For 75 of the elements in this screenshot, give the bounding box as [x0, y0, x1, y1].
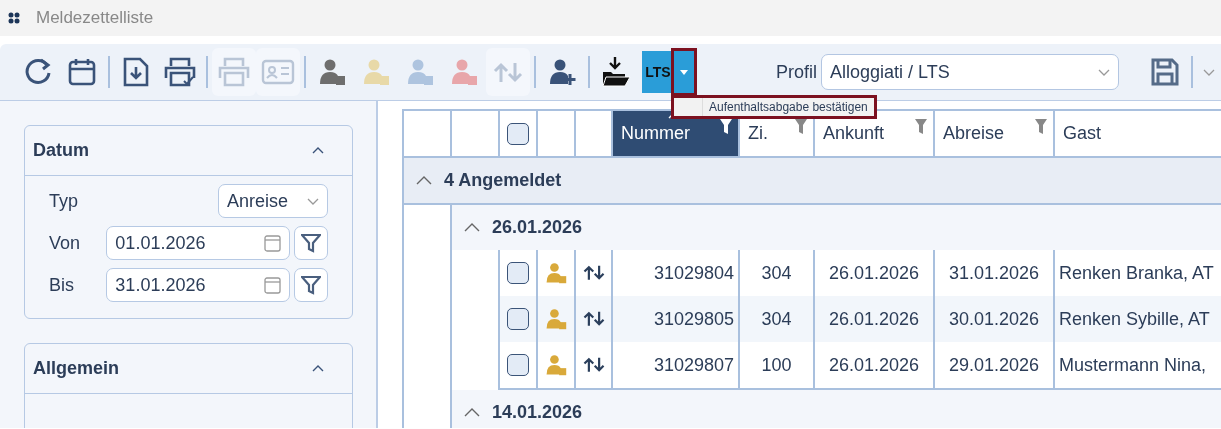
field-label: Bis — [49, 273, 75, 297]
calendar-icon — [264, 276, 282, 294]
checkbox[interactable] — [507, 122, 529, 145]
person-add-icon — [548, 58, 576, 86]
group-title: 26.01.2026 — [492, 216, 583, 239]
id-card-icon — [261, 59, 295, 85]
table-cell-text: Renken Sybille, AT — [1059, 307, 1210, 331]
up-down-arrows-icon — [582, 265, 605, 281]
table-cell-text: 304 — [761, 307, 792, 331]
chevron-down-icon — [307, 197, 319, 205]
table-cell-text: 29.01.2026 — [948, 353, 1040, 377]
caret-icon — [680, 69, 688, 75]
profile-label: Profil — [776, 60, 817, 84]
chevron-up-icon — [312, 365, 324, 372]
person-icon — [450, 58, 478, 86]
menu-item[interactable]: Aufenthaltsabgabe bestätigen — [702, 98, 874, 116]
file-download-icon — [122, 56, 150, 88]
up-down-arrows-icon — [493, 61, 523, 83]
column-header[interactable]: Gast — [1055, 111, 1221, 156]
profile-select[interactable]: Alloggiati / LTS — [821, 54, 1119, 90]
calendar-icon — [264, 234, 282, 252]
chevron-down-icon — [1203, 68, 1215, 76]
field-label: Typ — [49, 189, 79, 213]
table-cell-text: Renken Branka, AT — [1059, 261, 1214, 285]
table-cell-text: 31029807 — [653, 353, 734, 377]
chevron-up-icon — [416, 176, 432, 185]
save-icon — [1150, 57, 1180, 87]
filter-icon — [301, 233, 322, 253]
up-down-arrows-icon — [582, 357, 605, 373]
printer-check-icon — [163, 56, 197, 88]
date-field[interactable]: 31.01.2026 — [106, 268, 291, 302]
table-cell-text: 31029805 — [653, 307, 734, 331]
person-icon — [545, 308, 567, 330]
table-cell-text: 26.01.2026 — [828, 353, 920, 377]
refresh-icon — [23, 57, 53, 87]
filter-icon — [301, 275, 322, 295]
checkbox[interactable] — [507, 308, 529, 330]
table-cell-text: 304 — [761, 261, 792, 285]
filter-icon[interactable] — [720, 119, 732, 135]
table-cell-text: 100 — [761, 353, 792, 377]
checkbox[interactable] — [507, 354, 529, 376]
window-title: Meldezettelliste — [36, 7, 154, 30]
table-cell-text: 26.01.2026 — [828, 307, 920, 331]
person-icon — [318, 58, 346, 86]
panel-title: Datum — [33, 139, 90, 162]
column-header[interactable]: Abreise — [935, 111, 1055, 156]
group-title: 4 Angemeldet — [444, 169, 562, 192]
chevron-down-icon — [1098, 68, 1110, 76]
chevron-up-icon — [312, 147, 324, 154]
chevron-up-icon — [464, 223, 480, 232]
field-label: Von — [49, 231, 82, 255]
column-header[interactable]: Nummer — [613, 111, 740, 156]
app-logo-icon — [8, 12, 20, 24]
printer-icon — [217, 56, 251, 88]
lts-button[interactable]: LTS — [642, 51, 674, 93]
filter-button[interactable] — [294, 268, 328, 302]
panel-title: Allgemein — [33, 357, 121, 380]
group-title: 14.01.2026 — [492, 401, 583, 424]
person-icon — [362, 58, 390, 86]
table-cell-text: 30.01.2026 — [948, 307, 1040, 331]
type-select[interactable]: Anreise — [218, 184, 328, 218]
folder-import-icon — [601, 56, 631, 88]
filter-button[interactable] — [294, 226, 328, 260]
person-icon — [545, 262, 567, 284]
table-cell-text: 31.01.2026 — [948, 261, 1040, 285]
calendar-icon — [67, 57, 97, 87]
date-field[interactable]: 01.01.2026 — [106, 226, 291, 260]
table-cell-text: 31029804 — [653, 261, 734, 285]
chevron-up-icon — [464, 408, 480, 417]
up-down-arrows-icon — [582, 311, 605, 327]
table-cell-text: 26.01.2026 — [828, 261, 920, 285]
table-cell-text: Mustermann Nina, — [1059, 353, 1207, 377]
person-icon — [545, 354, 567, 376]
checkbox[interactable] — [507, 262, 529, 284]
person-icon — [406, 58, 434, 86]
